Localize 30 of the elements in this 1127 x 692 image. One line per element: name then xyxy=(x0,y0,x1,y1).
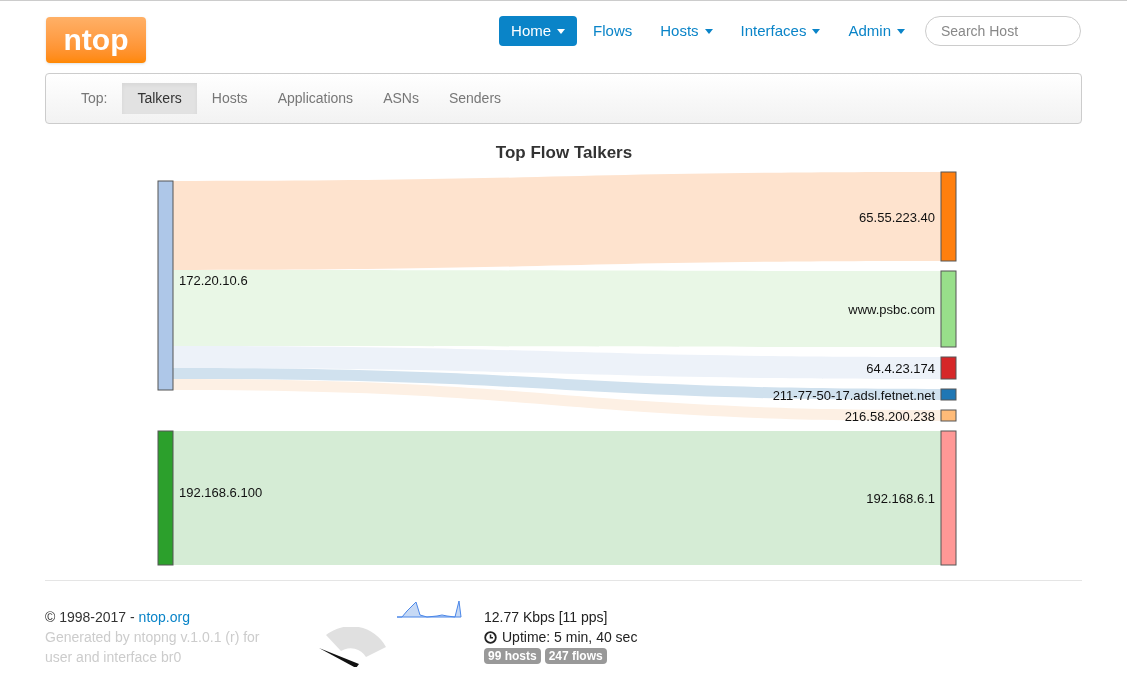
chart-title: Top Flow Talkers xyxy=(494,142,634,164)
nav-link[interactable]: Flows xyxy=(581,16,645,46)
nav-link[interactable]: Hosts xyxy=(648,16,725,46)
nav-link[interactable]: Home xyxy=(499,16,578,46)
ntop-link[interactable]: ntop.org xyxy=(138,607,190,627)
node-label: 172.20.10.6 xyxy=(179,272,248,288)
count-badge: 247 flows xyxy=(544,648,607,664)
top-tab[interactable]: Applications xyxy=(262,83,369,114)
uptime-text: Uptime: 5 min, 40 sec xyxy=(502,628,638,647)
node-label: 192.168.6.1 xyxy=(866,491,935,506)
throughput-text: 12.77 Kbps [11 pps] xyxy=(484,608,609,627)
top-tab[interactable]: Senders xyxy=(433,83,517,114)
top-tab[interactable]: Talkers xyxy=(122,83,197,114)
count-badge: 99 hosts xyxy=(484,648,541,664)
node-label: 211-77-50-17.adsl.fetnet.net xyxy=(772,387,935,403)
node-label: 64.4.23.174 xyxy=(866,361,935,376)
node-label: 65.55.223.40 xyxy=(859,209,935,225)
top-tab[interactable]: ASNs xyxy=(368,83,434,114)
nav-link[interactable]: Interfaces xyxy=(728,16,833,46)
sparkline-icon xyxy=(397,599,462,619)
top-label: Top: xyxy=(80,89,109,108)
nav-link[interactable]: Admin xyxy=(836,16,917,46)
node-label: www.psbc.com xyxy=(848,302,935,317)
node-label: 192.168.6.100 xyxy=(179,485,263,500)
search-field[interactable]: Search Host xyxy=(925,16,1081,46)
clock-icon xyxy=(484,630,497,644)
gauge-icon xyxy=(319,627,389,667)
top-tab[interactable]: Hosts xyxy=(196,83,263,114)
copyright-text: © 1998-2017 - xyxy=(45,608,136,627)
node-label: 216.58.200.238 xyxy=(844,408,935,424)
